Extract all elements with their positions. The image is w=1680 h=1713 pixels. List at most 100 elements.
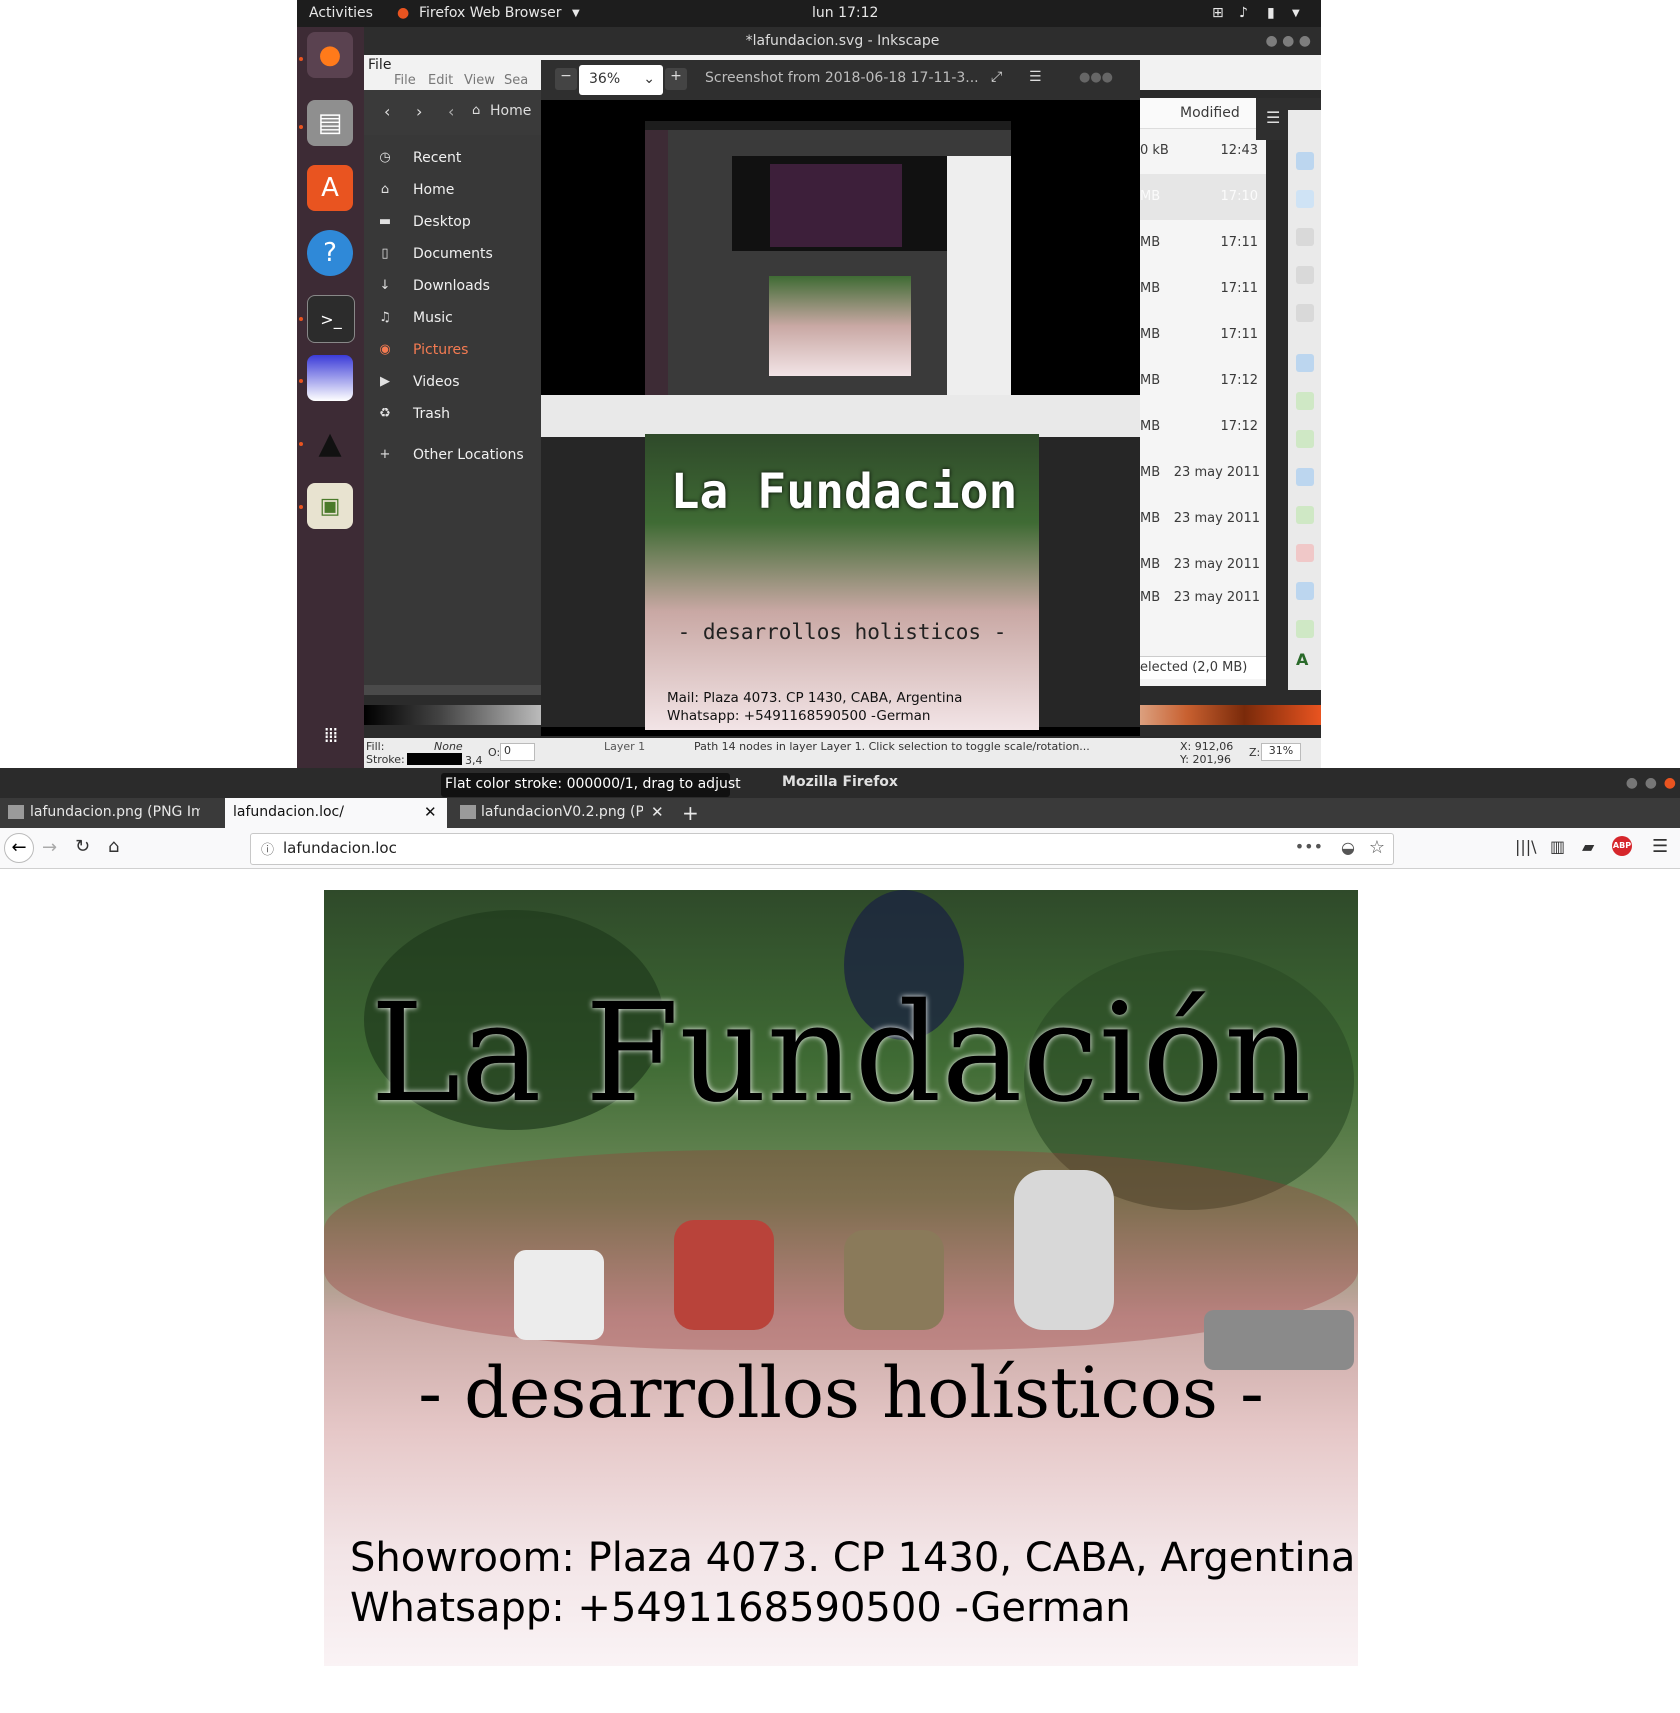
file-row[interactable]: MB 23 may 2011 [1140, 542, 1266, 588]
file-row[interactable]: MB 17:12 [1140, 358, 1266, 404]
reload-button[interactable]: ↻ [75, 836, 90, 857]
new-tab-button[interactable]: + [682, 801, 699, 825]
network-icon[interactable]: ⊞ [1212, 5, 1224, 21]
file-row[interactable]: MB 23 may 2011 [1140, 588, 1266, 608]
window-controls[interactable]: ●●● [1079, 70, 1113, 85]
close-button[interactable]: ● [1664, 775, 1676, 791]
snap-icon[interactable] [1296, 266, 1314, 284]
app-menu[interactable]: Firefox Web Browser [419, 5, 562, 21]
maximize-button[interactable]: ● [1645, 775, 1657, 791]
text-tool-icon[interactable]: A [1296, 650, 1314, 669]
show-applications-button[interactable]: ⁞⁞⁞ [307, 712, 353, 758]
back-icon[interactable]: ‹ [384, 102, 390, 121]
path-left-icon[interactable]: ‹ [448, 102, 454, 121]
adblock-icon[interactable]: ABP [1612, 836, 1632, 856]
inkscape-launcher[interactable]: ▲ [307, 420, 353, 466]
url-text[interactable]: lafundacion.loc [283, 839, 397, 857]
snap-icon[interactable] [1296, 544, 1314, 562]
snap-icon[interactable] [1296, 190, 1314, 208]
volume-icon[interactable]: ♪ [1239, 5, 1248, 21]
column-modified[interactable]: Modified [1180, 105, 1240, 121]
snap-icon[interactable] [1296, 430, 1314, 448]
image-tool-launcher[interactable]: ▣ [307, 483, 353, 529]
files-launcher[interactable]: ▤ [307, 100, 353, 146]
file-row[interactable]: MB 23 may 2011 [1140, 450, 1266, 496]
menu-search[interactable]: Sea [504, 73, 528, 88]
hamburger-icon[interactable]: ☰ [1266, 108, 1280, 127]
help-launcher[interactable]: ? [307, 230, 353, 276]
file-row[interactable]: MB 17:11 [1140, 220, 1266, 266]
opacity-input[interactable]: 0 [500, 743, 535, 761]
layer-selector[interactable]: Layer 1 [604, 740, 645, 753]
menu-file[interactable]: File [368, 57, 391, 73]
url-bar[interactable]: ⓘ lafundacion.loc ••• ◒ ☆ [250, 833, 1394, 865]
battery-icon[interactable]: ▮ [1267, 5, 1275, 21]
snap-icon[interactable] [1296, 304, 1314, 322]
terminal-launcher[interactable]: >_ [307, 295, 355, 343]
forward-icon[interactable]: › [416, 102, 422, 121]
snap-icon[interactable] [1296, 582, 1314, 600]
sidebar-item-music[interactable]: ♫ Music [364, 305, 544, 333]
tab-lafundacion-png[interactable]: lafundacion.png (PNG Im [0, 798, 225, 828]
close-icon[interactable]: ✕ [424, 803, 437, 821]
snap-icon[interactable] [1296, 392, 1314, 410]
fill-value[interactable]: None [434, 740, 463, 753]
system-menu-icon[interactable]: ▼ [1292, 8, 1300, 19]
sidebar-icon[interactable]: ▥ [1550, 837, 1565, 856]
tab-lafundacion-loc[interactable]: lafundacion.loc/ ✕ [225, 798, 447, 828]
page-actions-icon[interactable]: ••• [1295, 837, 1323, 856]
stroke-swatch[interactable] [407, 753, 462, 765]
minimize-button[interactable]: ● [1626, 775, 1638, 791]
zoom-in-button[interactable]: + [665, 68, 687, 90]
home-button[interactable]: ⌂ [108, 836, 119, 857]
library-icon[interactable]: |||\ [1515, 837, 1537, 856]
zoom-out-button[interactable]: − [555, 68, 577, 90]
sidebar-item-other-locations[interactable]: + Other Locations [364, 442, 544, 470]
snap-icon[interactable] [1296, 468, 1314, 486]
back-button[interactable]: ← [4, 833, 34, 863]
sidebar-item-downloads[interactable]: ↓ Downloads [364, 273, 544, 301]
info-icon[interactable]: ⓘ [261, 839, 274, 858]
activities-button[interactable]: Activities [309, 5, 373, 21]
image-viewer-launcher[interactable] [307, 355, 353, 401]
path-home[interactable]: Home [490, 103, 531, 119]
nested-viewer [732, 156, 947, 251]
file-row[interactable]: 0 kB 12:43 [1140, 128, 1266, 174]
menu-file-2[interactable]: File [394, 73, 416, 88]
window-controls[interactable]: ● ● ● [1265, 27, 1311, 55]
sidebar-item-documents[interactable]: ▯ Documents [364, 241, 544, 269]
clock[interactable]: lun 17:12 [812, 5, 878, 21]
stroke-width[interactable]: 3,4 [465, 754, 483, 767]
file-row[interactable]: MB 23 may 2011 [1140, 496, 1266, 542]
menu-view[interactable]: View [464, 73, 495, 88]
software-launcher[interactable]: A [307, 165, 353, 211]
file-row[interactable]: MB 17:11 [1140, 266, 1266, 312]
snap-icon[interactable] [1296, 506, 1314, 524]
bookmark-star-icon[interactable]: ☆ [1369, 837, 1385, 858]
snap-icon[interactable] [1296, 354, 1314, 372]
fullscreen-icon[interactable]: ⤢ [991, 69, 1002, 85]
sidebar-item-pictures[interactable]: ◉ Pictures [364, 337, 544, 365]
menu-icon[interactable]: ☰ [1652, 836, 1668, 857]
snap-icon[interactable] [1296, 620, 1314, 638]
menu-edit[interactable]: Edit [428, 73, 453, 88]
sidebar-item-desktop[interactable]: ▬ Desktop [364, 209, 544, 237]
pocket-icon[interactable]: ◒ [1341, 838, 1355, 857]
zoom-select[interactable]: 36% ⌄ [579, 65, 663, 95]
snap-icon[interactable] [1296, 152, 1314, 170]
firefox-launcher[interactable]: ● [307, 32, 353, 78]
close-icon[interactable]: ✕ [651, 803, 664, 821]
file-row[interactable]: MB 17:12 [1140, 404, 1266, 450]
hamburger-icon[interactable]: ☰ [1029, 69, 1042, 85]
tab-lafundacionv02-png[interactable]: lafundacionV0.2.png (P⁠N ✕ [455, 798, 670, 828]
screenshot-icon[interactable]: ▰ [1582, 837, 1594, 856]
sidebar-item-home[interactable]: ⌂ Home [364, 177, 544, 205]
sidebar-item-videos[interactable]: ▶ Videos [364, 369, 544, 397]
sidebar-item-trash[interactable]: ♻ Trash [364, 401, 544, 429]
file-row[interactable]: MB 17:11 [1140, 312, 1266, 358]
sidebar-item-recent[interactable]: ◷ Recent [364, 145, 544, 173]
snap-icon[interactable] [1296, 228, 1314, 246]
zoom-input[interactable]: 31% [1261, 743, 1301, 761]
forward-button[interactable]: → [42, 837, 57, 858]
file-row-selected[interactable]: MB 17:10 [1140, 174, 1266, 220]
